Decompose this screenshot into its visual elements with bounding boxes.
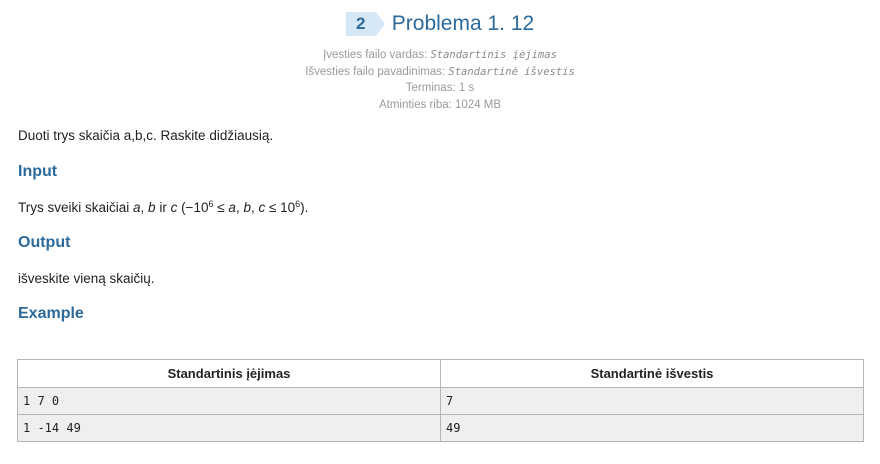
example-input-cell: 1 7 0 — [17, 387, 441, 415]
output-file-line: Išvesties failo pavadinimas: Standartinė… — [0, 64, 880, 81]
input-file-line: Įvesties failo vardas: Standartinis įėji… — [0, 47, 880, 64]
problem-number-badge: 2 — [345, 12, 385, 36]
output-file-value: Standartinė išvestis — [448, 65, 575, 78]
example-table: Standartinis įėjimas Standartinė išvesti… — [17, 359, 864, 442]
range-open: (−10 — [177, 200, 209, 215]
problem-title: Problema 1. 12 — [391, 12, 535, 35]
problem-statement: Duoti trys skaičia a,b,c. Raskite didžia… — [18, 128, 274, 143]
example-column-output: Standartinė išvestis — [440, 359, 864, 388]
table-row: 1 7 0 7 — [17, 387, 864, 415]
example-output-cell: 7 — [440, 387, 864, 415]
example-table-header-row: Standartinis įėjimas Standartinė išvesti… — [17, 359, 864, 388]
input-text-prefix: Trys sveiki skaičiai — [18, 200, 134, 215]
input-heading: Input — [18, 163, 58, 180]
table-row: 1 -14 49 49 — [17, 414, 864, 442]
var-a: a — [133, 200, 141, 215]
range-le-2: ≤ 10 — [265, 200, 296, 215]
output-description: išveskite vieną skaičių. — [18, 271, 155, 286]
memory-limit: Atminties riba: 1024 MB — [378, 98, 502, 111]
var-b: b — [148, 200, 156, 215]
input-description: Trys sveiki skaičiai a, b ir c (−106 ≤ a… — [18, 200, 309, 216]
output-heading: Output — [18, 234, 71, 251]
range-var-a: a — [228, 200, 236, 215]
example-output-cell: 49 — [440, 414, 864, 442]
problem-header: 2 Problema 1. 12 — [0, 10, 880, 38]
comma: , — [140, 200, 149, 215]
example-column-input: Standartinis įėjimas — [17, 359, 441, 388]
example-input-cell: 1 -14 49 — [17, 414, 441, 442]
example-heading: Example — [18, 305, 84, 322]
range-close: ). — [300, 200, 309, 215]
input-file-label: Įvesties failo vardas: — [323, 49, 428, 61]
input-file-value: Standartinis įėjimas — [430, 49, 557, 61]
output-file-label: Išvesties failo pavadinimas: — [305, 65, 446, 78]
range-var-b: b — [243, 200, 251, 215]
range-le-1: ≤ — [213, 200, 229, 215]
and-word: ir — [155, 200, 171, 215]
time-limit: Terminas: 1 s — [405, 82, 475, 94]
problem-meta: Įvesties failo vardas: Standartinis įėji… — [0, 47, 880, 113]
